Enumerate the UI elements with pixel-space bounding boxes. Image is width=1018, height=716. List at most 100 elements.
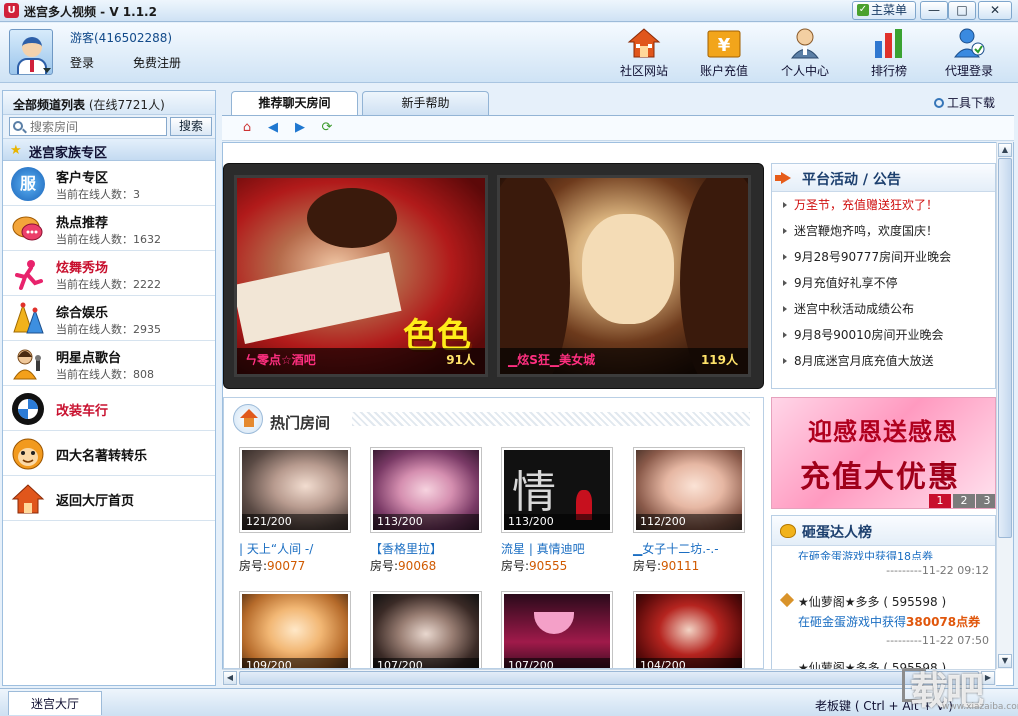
banner-page-3[interactable]: 3 [976, 494, 995, 508]
close-button[interactable]: ✕ [978, 1, 1012, 20]
room-id-value: 90077 [267, 559, 306, 573]
main-menu-button[interactable]: ✓ 主菜单 [852, 1, 916, 20]
room-card[interactable]: 107/200 [370, 591, 482, 668]
announcement-item[interactable]: 9月充值好礼享不停 [772, 270, 995, 296]
room-occupancy: 104/200 [636, 658, 742, 668]
room-thumbnail[interactable]: 107/200 [370, 591, 482, 668]
room-name[interactable]: | 天上“人间 -/ [239, 540, 359, 557]
nav-recharge-label: 账户充值 [699, 64, 748, 78]
channel-item-dance[interactable]: 炫舞秀场 当前在线人数：2222 [3, 251, 215, 296]
avatar[interactable] [9, 29, 53, 75]
announcements-header: 平台活动 / 公告 [772, 164, 995, 192]
nav-personal-button[interactable]: 个人中心 [771, 27, 839, 81]
promo-banner[interactable]: 迎感恩送感恩 充值大优惠 1 2 3 [771, 397, 996, 509]
tool-download-label: 工具下载 [947, 96, 996, 110]
room-card[interactable]: 109/200 [239, 591, 351, 668]
room-name[interactable]: 流星 | 真情迪吧 [501, 540, 621, 557]
register-link[interactable]: 免费注册 [133, 54, 181, 71]
nav-rank-button[interactable]: 排行榜 [855, 27, 923, 81]
room-card[interactable]: 113/200 【香格里拉】 房号:90068 [370, 447, 482, 597]
car-brand-icon [11, 392, 45, 426]
channel-item-classics-game[interactable]: 四大名著转转乐 [3, 431, 215, 476]
scroll-thumb[interactable] [998, 158, 1012, 538]
announcement-item[interactable]: 迷宫中秋活动成绩公布 [772, 296, 995, 322]
announcement-item[interactable]: 9月8号90010房间开业晚会 [772, 322, 995, 348]
singer-icon [11, 347, 45, 381]
channel-item-entertainment[interactable]: 综合娱乐 当前在线人数：2935 [3, 296, 215, 341]
featured-room[interactable]: 色色 ㄣ零点☆酒吧 91人 [234, 175, 488, 377]
family-zone-header[interactable]: ★ 迷宫家族专区 [3, 139, 215, 161]
nav-community-button[interactable]: 社区网站 [610, 27, 678, 81]
channel-name: 热点推荐 [56, 216, 109, 231]
channel-item-car-shop[interactable]: 改装车行 [3, 386, 215, 431]
refresh-icon[interactable]: ⟳ [319, 121, 335, 135]
tab-recommended-rooms[interactable]: 推荐聊天房间 [231, 91, 358, 116]
room-card[interactable]: 121/200 | 天上“人间 -/ 房号:90077 [239, 447, 351, 597]
login-link[interactable]: 登录 [70, 54, 94, 71]
channel-name: 综合娱乐 [56, 306, 109, 321]
horizontal-scrollbar[interactable]: ◀ ▶ [222, 669, 996, 686]
title-bar: U 迷宫多人视频 - V 1.1.2 ✓ 主菜单 — □ ✕ [0, 0, 1018, 22]
nav-rank-label: 排行榜 [870, 64, 907, 78]
tab-beginner-help[interactable]: 新手帮助 [362, 91, 489, 115]
photo-shape [237, 252, 402, 344]
scroll-left-icon[interactable]: ◀ [223, 671, 237, 685]
banner-page-1[interactable]: 1 [929, 494, 951, 508]
banner-page-2[interactable]: 2 [953, 494, 975, 508]
channel-item-back-to-hall[interactable]: 返回大厅首页 [3, 476, 215, 521]
home-icon[interactable]: ⌂ [239, 121, 255, 135]
channel-online-count: 当前在线人数：2935 [56, 323, 161, 336]
bar-chart-icon [872, 27, 906, 59]
scroll-up-icon[interactable]: ▲ [998, 143, 1012, 157]
channel-list-header: 全部频道列表 (在线7721人) [3, 91, 215, 115]
scroll-thumb[interactable] [239, 671, 979, 685]
nav-agent-label: 代理登录 [944, 64, 993, 78]
room-thumbnail[interactable]: 113/200 [370, 447, 482, 533]
announcement-item[interactable]: 迷宫鞭炮齐鸣，欢度国庆！ [772, 218, 995, 244]
room-thumbnail[interactable]: 情 113/200 [501, 447, 613, 533]
room-card[interactable]: 107/200 [501, 591, 613, 668]
photo-shape [680, 178, 748, 374]
channel-item-star-songs[interactable]: 明星点歌台 当前在线人数：808 [3, 341, 215, 386]
room-id: 房号:90068 [370, 557, 436, 574]
room-thumbnail[interactable]: 109/200 [239, 591, 351, 668]
minimize-button[interactable]: — [920, 1, 948, 20]
room-card[interactable]: 情 113/200 流星 | 真情迪吧 房号:90555 [501, 447, 613, 597]
room-thumbnail[interactable]: 121/200 [239, 447, 351, 533]
announcement-item[interactable]: 8月底迷宫月底充值大放送 [772, 348, 995, 374]
room-card[interactable]: 112/200 ▁女子十二坊.-.- 房号:90111 [633, 447, 745, 597]
room-name[interactable]: ▁女子十二坊.-.- [633, 540, 753, 557]
tool-download-link[interactable]: 工具下载 [934, 94, 995, 111]
chat-bubble-icon [11, 212, 45, 246]
forward-arrow-icon[interactable]: ▶ [292, 121, 308, 135]
room-thumbnail[interactable]: 104/200 [633, 591, 745, 668]
star-icon: ★ [10, 143, 22, 158]
header: 游客(416502288) 登录 免费注册 社区网站 ¥ 账户充值 个人中心 排… [0, 23, 1018, 83]
hall-tab[interactable]: 迷宫大厅 [8, 691, 102, 715]
nav-agent-button[interactable]: 代理登录 [935, 27, 1003, 81]
featured-room[interactable]: ▁炫S狂▁美女城 119人 [497, 175, 751, 377]
vertical-scrollbar[interactable]: ▲ ▼ [996, 142, 1013, 669]
room-card[interactable]: 104/200 [633, 591, 745, 668]
nav-recharge-button[interactable]: ¥ 账户充值 [690, 27, 758, 81]
announcement-item[interactable]: 万圣节，充值赠送狂欢了！ [772, 192, 995, 218]
maximize-button[interactable]: □ [948, 1, 976, 20]
room-occupancy: 121/200 [242, 514, 348, 530]
banner-line-1: 迎感恩送感恩 [808, 417, 958, 446]
agent-login-icon [952, 27, 986, 59]
avatar-head-icon [22, 37, 42, 57]
search-button[interactable]: 搜索 [170, 117, 212, 136]
search-input[interactable] [9, 117, 167, 136]
channel-item-customer[interactable]: 服 客户专区 当前在线人数：3 [3, 161, 215, 206]
room-name[interactable]: 【香格里拉】 [370, 540, 490, 557]
room-thumbnail[interactable]: 107/200 [501, 591, 613, 668]
channel-name: 四大名著转转乐 [56, 449, 148, 464]
egg-rank-user[interactable]: ★仙萝阁★多多 ( 595598 ) [772, 592, 995, 610]
back-arrow-icon[interactable]: ◀ [265, 121, 281, 135]
egg-rank-time: ---------11-22 07:50 [886, 634, 989, 647]
egg-prize-prefix: 在砸金蛋游戏中获得 [798, 615, 907, 629]
announcement-item[interactable]: 9月28号90777房间开业晚会 [772, 244, 995, 270]
channel-item-hot[interactable]: 热点推荐 当前在线人数：1632 [3, 206, 215, 251]
banner-line-2: 充值大优惠 [800, 460, 960, 495]
room-thumbnail[interactable]: 112/200 [633, 447, 745, 533]
